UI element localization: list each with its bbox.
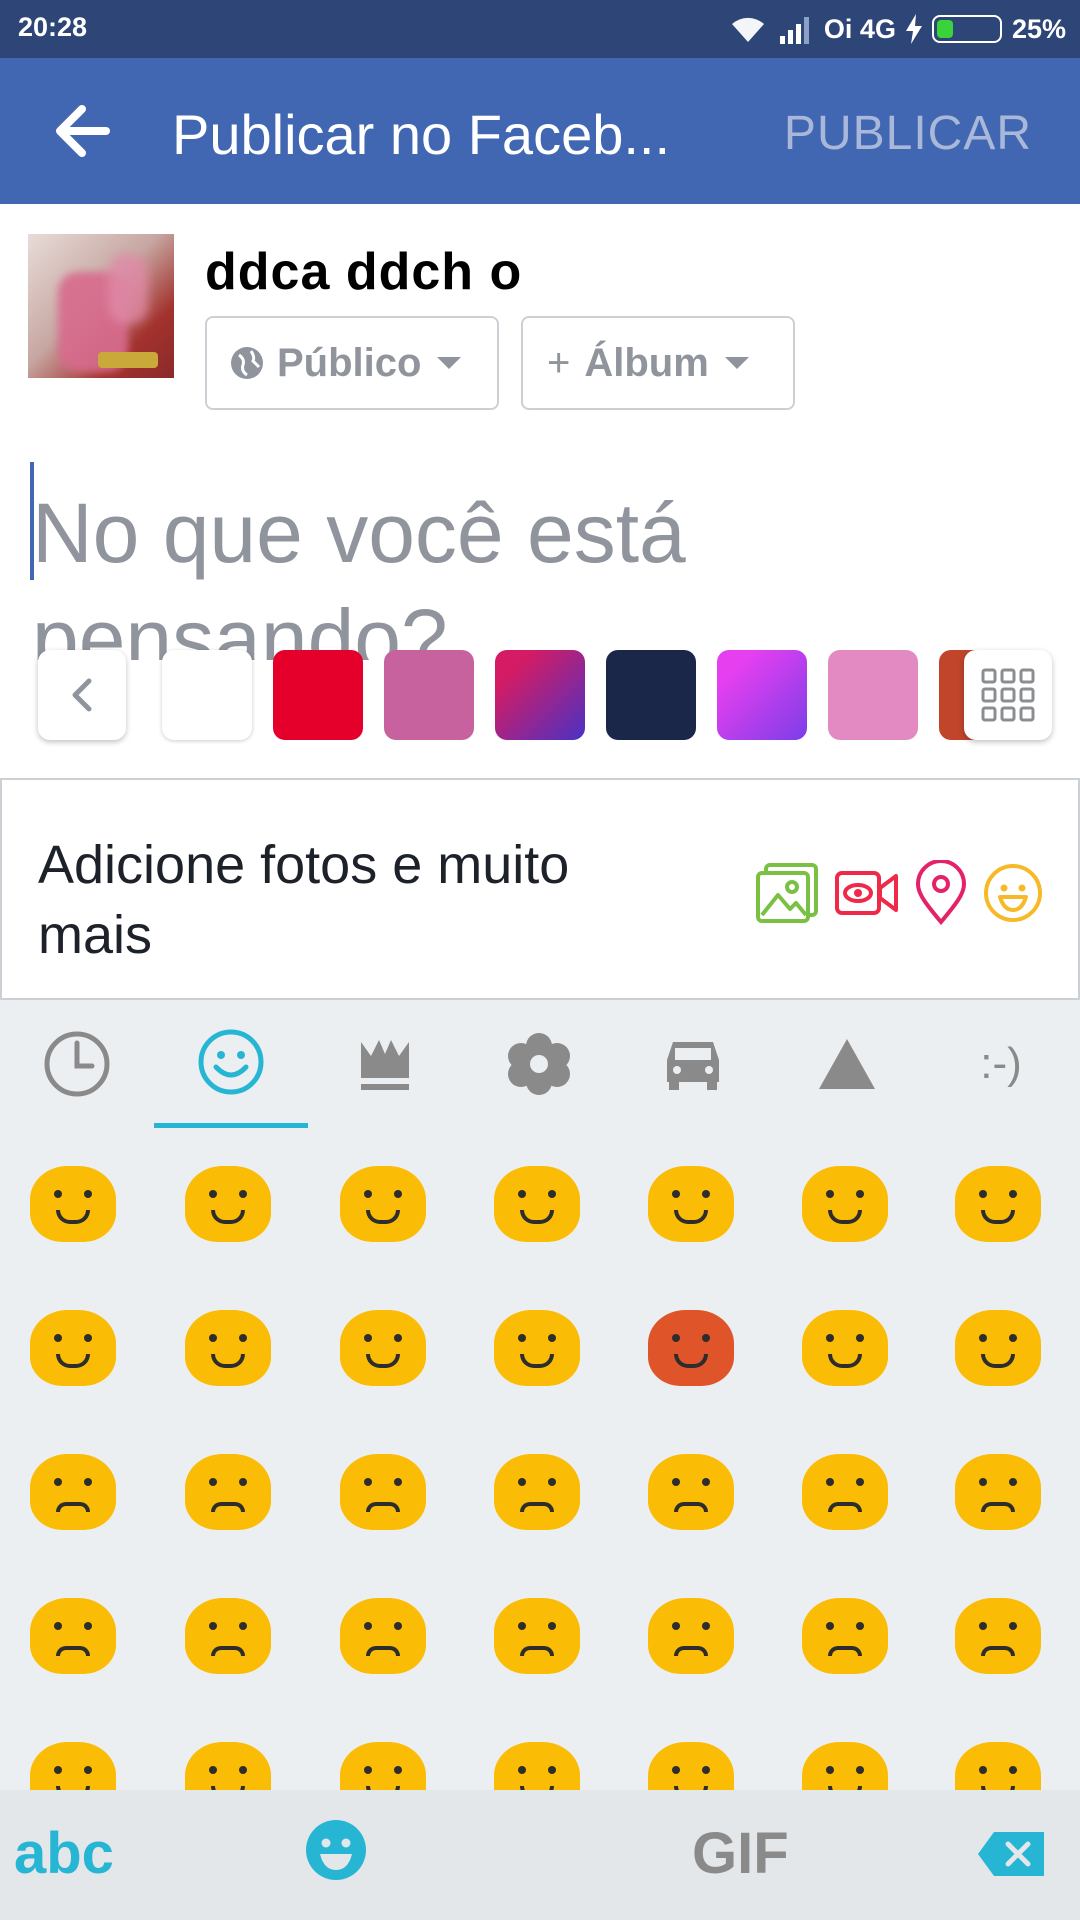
signal-icon [779,17,809,44]
emoticon-tab-label: :-) [980,1039,1022,1088]
emoji-grid [0,1128,1080,1790]
smiley-icon [198,1029,264,1094]
emoji-key[interactable] [494,1166,580,1242]
back-arrow-icon[interactable] [52,103,112,159]
status-time: 20:28 [18,12,88,42]
emoji-key[interactable] [955,1310,1041,1386]
emoji-key[interactable] [494,1310,580,1386]
emoji-key[interactable] [185,1454,271,1530]
abc-keyboard-button[interactable]: abc [14,1820,114,1887]
background-swatch-navy[interactable] [606,650,696,740]
background-swatch-light-pink[interactable] [828,650,918,740]
emoji-key[interactable] [185,1166,271,1242]
add-to-post-icons [756,860,1044,926]
user-name: ddca ddch o [205,243,523,301]
grid-icon [981,668,1035,722]
tab-travel[interactable] [616,1000,770,1128]
add-to-post-bar[interactable]: Adicione fotos e muito mais [0,778,1080,1000]
emoji-key[interactable] [340,1598,426,1674]
app-bar: Publicar no Faceb... PUBLICAR [0,58,1080,204]
feeling-emoji-icon[interactable] [982,862,1044,924]
emoji-key[interactable] [340,1742,426,1790]
emoji-key[interactable] [494,1742,580,1790]
emoji-key[interactable] [955,1598,1041,1674]
emoji-key[interactable] [955,1742,1041,1790]
page-title: Publicar no Faceb... [172,103,671,166]
background-picker [0,650,1080,742]
emoji-key[interactable] [494,1598,580,1674]
tab-emoticons[interactable]: :-) [924,1000,1078,1128]
emoji-key[interactable] [494,1454,580,1530]
photo-icon[interactable] [756,861,820,925]
emoji-key[interactable] [648,1598,734,1674]
emoji-key[interactable] [648,1310,734,1386]
emoji-key[interactable] [340,1166,426,1242]
keyboard-bottom-bar: abc GIF [0,1790,1080,1920]
emoji-key[interactable] [30,1454,116,1530]
privacy-label: Público [277,340,422,385]
avatar [28,234,174,378]
add-to-post-label: Adicione fotos e muito mais [38,835,570,965]
car-icon [667,1042,719,1090]
emoji-key[interactable] [185,1742,271,1790]
background-swatch-white[interactable] [162,650,252,740]
tab-smileys[interactable] [154,1000,308,1128]
emoji-key[interactable] [648,1742,734,1790]
globe-icon [231,347,263,379]
recent-clock-icon [44,1031,110,1097]
emoji-key[interactable] [185,1598,271,1674]
collapse-backgrounds-button[interactable] [38,650,126,740]
emoji-key[interactable] [648,1454,734,1530]
emoji-key[interactable] [802,1454,888,1530]
tab-recent[interactable] [0,1000,154,1128]
backspace-icon[interactable] [976,1830,1046,1878]
emoji-key[interactable] [955,1454,1041,1530]
emoji-key[interactable] [340,1454,426,1530]
plus-icon: + [547,340,571,385]
emoji-key[interactable] [30,1742,116,1790]
emoji-key[interactable] [802,1310,888,1386]
emoji-key[interactable] [802,1166,888,1242]
emoji-keyboard-icon[interactable] [304,1818,368,1882]
background-swatch-gradient-red-blue[interactable] [495,650,585,740]
emoji-key[interactable] [955,1166,1041,1242]
charging-bolt-icon [905,14,922,44]
chevron-down-icon [724,357,749,369]
gif-button[interactable]: GIF [692,1820,789,1887]
chevron-left-icon [72,678,92,712]
tab-nature[interactable] [462,1000,616,1128]
publish-button[interactable]: PUBLICAR [784,106,1032,161]
emoji-key[interactable] [30,1166,116,1242]
emoji-key[interactable] [648,1166,734,1242]
battery-icon [931,15,1002,43]
crown-icon [361,1040,409,1090]
location-pin-icon[interactable] [914,860,968,926]
triangle-icon [819,1039,875,1089]
tab-objects[interactable] [308,1000,462,1128]
chevron-down-icon [437,357,462,369]
flower-icon [508,1033,570,1095]
emoji-key[interactable] [802,1598,888,1674]
emoji-key[interactable] [340,1310,426,1386]
tab-symbols[interactable] [770,1000,924,1128]
status-battery: 25% [1011,13,1066,44]
status-icons: Oi 4G 25% [728,10,1066,48]
emoji-category-tabs: :-) [0,1000,1080,1128]
emoji-key[interactable] [802,1742,888,1790]
status-bar: 20:28 Oi 4G 25% [0,0,1080,58]
background-swatch-red[interactable] [273,650,363,740]
emoji-key[interactable] [30,1310,116,1386]
background-swatch-gradient-purple[interactable] [717,650,807,740]
privacy-selector[interactable]: Público [205,316,499,410]
emoji-key[interactable] [30,1598,116,1674]
album-label: Álbum [584,340,709,385]
wifi-icon [731,17,764,42]
emoji-key[interactable] [185,1310,271,1386]
all-backgrounds-button[interactable] [964,650,1052,740]
background-swatch-pink[interactable] [384,650,474,740]
album-selector[interactable]: + Álbum [521,316,795,410]
status-carrier: Oi 4G [823,13,896,44]
video-icon[interactable] [834,868,900,918]
post-text-input[interactable]: No que você está pensando? [32,480,1032,660]
